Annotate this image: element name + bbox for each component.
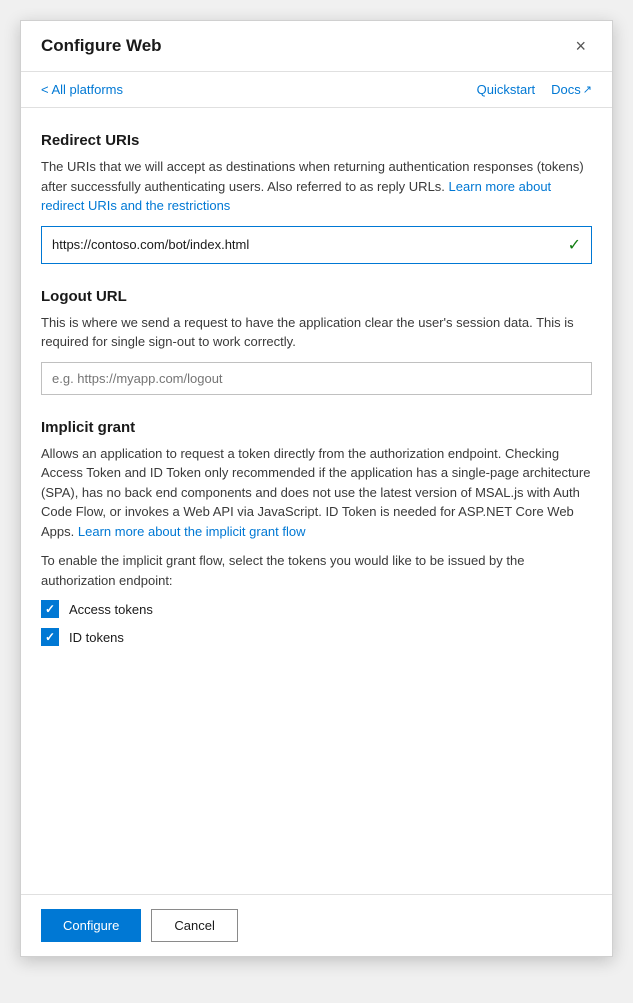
id-tokens-checkbox[interactable]: ✓ ID tokens xyxy=(41,628,592,646)
modal-header: Configure Web × xyxy=(21,21,612,72)
id-tokens-check-icon: ✓ xyxy=(45,630,55,644)
external-link-icon: ↗ xyxy=(583,83,592,96)
nav-links: Quickstart Docs ↗ xyxy=(477,82,592,97)
logout-url-title: Logout URL xyxy=(41,288,592,305)
implicit-grant-learn-more-link[interactable]: Learn more about the implicit grant flow xyxy=(78,524,306,539)
logout-url-desc: This is where we send a request to have … xyxy=(41,313,592,352)
implicit-grant-title: Implicit grant xyxy=(41,419,592,436)
redirect-uri-input-wrapper[interactable]: ✓ xyxy=(41,226,592,264)
docs-link[interactable]: Docs ↗ xyxy=(551,82,592,97)
access-tokens-checkbox[interactable]: ✓ Access tokens xyxy=(41,600,592,618)
quickstart-link[interactable]: Quickstart xyxy=(477,82,536,97)
modal-body: Redirect URIs The URIs that we will acce… xyxy=(21,108,612,894)
access-tokens-check-icon: ✓ xyxy=(45,602,55,616)
logout-url-section: Logout URL This is where we send a reque… xyxy=(41,288,592,395)
input-valid-icon: ✓ xyxy=(568,235,581,255)
token-checkboxes: ✓ Access tokens ✓ ID tokens xyxy=(41,600,592,646)
configure-button[interactable]: Configure xyxy=(41,909,141,942)
redirect-uris-desc: The URIs that we will accept as destinat… xyxy=(41,157,592,216)
cancel-button[interactable]: Cancel xyxy=(151,909,237,942)
logout-url-input[interactable] xyxy=(41,362,592,395)
modal-nav: < All platforms Quickstart Docs ↗ xyxy=(21,72,612,108)
close-button[interactable]: × xyxy=(569,35,592,57)
implicit-grant-desc: Allows an application to request a token… xyxy=(41,444,592,542)
access-tokens-checkbox-box: ✓ xyxy=(41,600,59,618)
all-platforms-link[interactable]: < All platforms xyxy=(41,82,123,97)
body-spacer xyxy=(41,670,592,870)
redirect-uris-section: Redirect URIs The URIs that we will acce… xyxy=(41,132,592,264)
modal-title: Configure Web xyxy=(41,36,162,56)
modal-footer: Configure Cancel xyxy=(21,894,612,956)
implicit-grant-enable-text: To enable the implicit grant flow, selec… xyxy=(41,551,592,590)
redirect-uri-input[interactable] xyxy=(52,237,568,252)
id-tokens-label: ID tokens xyxy=(69,630,124,645)
access-tokens-label: Access tokens xyxy=(69,602,153,617)
id-tokens-checkbox-box: ✓ xyxy=(41,628,59,646)
implicit-grant-section: Implicit grant Allows an application to … xyxy=(41,419,592,647)
redirect-uris-title: Redirect URIs xyxy=(41,132,592,149)
